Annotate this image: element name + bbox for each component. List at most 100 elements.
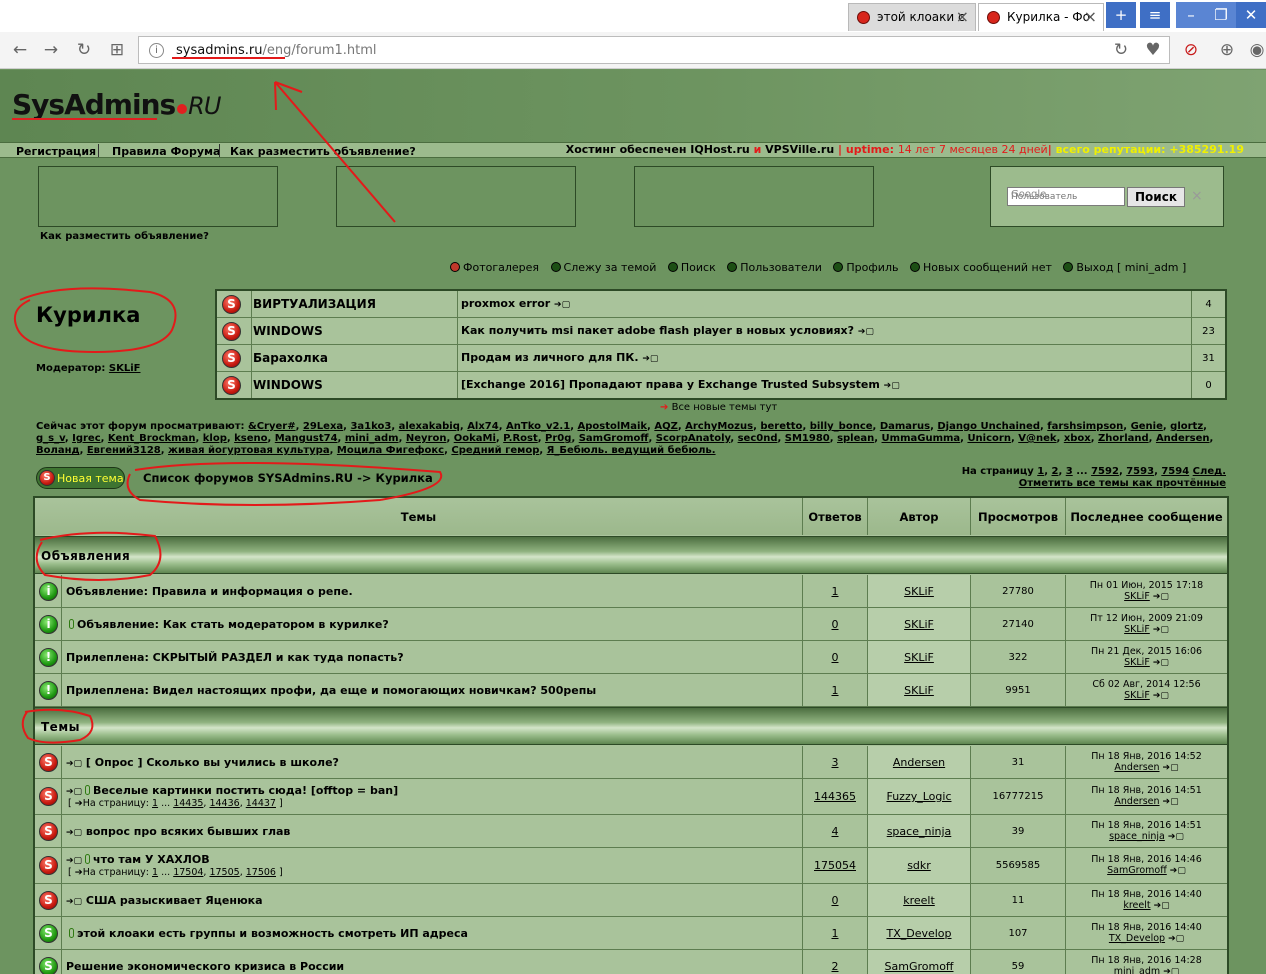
recent-row[interactable]: S WINDOWS Как получить msi пакет adobe f… [217, 318, 1225, 345]
recent-category[interactable]: WINDOWS [251, 318, 458, 344]
viewer-link[interactable]: P.Rost [503, 433, 538, 444]
viewer-link[interactable]: Евгений3128 [87, 445, 161, 456]
viewer-link[interactable]: AnTko_v2.1 [506, 421, 570, 432]
recent-topic[interactable]: proxmox error ➔▢ [461, 297, 570, 310]
topic-link[interactable]: ➔▢ что там У ХАХЛОВ [66, 853, 210, 866]
viewer-link[interactable]: beretto [760, 421, 802, 432]
viewer-link[interactable]: SamGromoff [579, 433, 649, 444]
viewer-link[interactable]: 29Lexa [303, 421, 343, 432]
reload-icon[interactable]: ↻ [73, 40, 95, 60]
viewer-link[interactable]: klop [203, 433, 227, 444]
goto-arrow-icon[interactable]: ➔▢ [1153, 592, 1169, 602]
viewer-link[interactable]: AQZ [654, 421, 678, 432]
mark-read-link[interactable]: Отметить все темы как прочтённые [962, 478, 1226, 490]
viewer-link[interactable]: Andersen [1156, 433, 1210, 444]
goto-arrow-icon[interactable]: ➔▢ [1168, 832, 1184, 842]
last-post-user[interactable]: SKLiF [1124, 690, 1150, 701]
goto-arrow-icon[interactable]: ➔▢ [1163, 797, 1179, 807]
last-post-user[interactable]: mini_adm [1114, 966, 1160, 974]
recent-category[interactable]: ВИРТУАЛИЗАЦИЯ [251, 291, 458, 317]
viewer-link[interactable]: Damarus [880, 421, 930, 432]
replies-count[interactable]: 1 [803, 585, 867, 598]
page-link[interactable]: 7592 [1091, 466, 1119, 477]
refresh-page-icon[interactable]: ↻ [1110, 40, 1132, 60]
viewer-link[interactable]: ScorpAnatoly [656, 433, 731, 444]
viewer-link[interactable]: Kent_Brockman [108, 433, 196, 444]
viewer-link[interactable]: sec0nd [738, 433, 778, 444]
adblock-icon[interactable]: ⊘ [1180, 40, 1202, 60]
moderator-link[interactable]: SKLiF [109, 363, 141, 374]
menu-messages[interactable]: Новых сообщений нет [909, 261, 1052, 274]
minimize-icon[interactable]: – [1176, 2, 1206, 28]
menu-users[interactable]: Пользователи [727, 261, 822, 274]
replies-count[interactable]: 4 [803, 825, 867, 838]
viewer-link[interactable]: alexakabiq [399, 421, 460, 432]
topic-link[interactable]: Прилеплена: Видел настоящих профи, да ещ… [66, 684, 596, 697]
topic-link[interactable]: Объявление: Правила и информация о репе. [66, 585, 353, 598]
hosting-text[interactable]: Хостинг обеспечен IQHost.ru [566, 143, 750, 156]
back-icon[interactable]: ← [9, 40, 31, 60]
topic-link[interactable]: Объявление: Как стать модератором в кури… [66, 618, 389, 631]
viewer-link[interactable]: g_s_v [36, 433, 65, 444]
tab-close-icon[interactable]: × [956, 7, 969, 26]
site-logo[interactable]: SysAdmins RU [12, 88, 221, 121]
search-button[interactable]: Поиск [1127, 187, 1185, 207]
last-post-user[interactable]: SKLiF [1124, 624, 1150, 635]
last-post-user[interactable]: SamGromoff [1107, 865, 1167, 876]
goto-arrow-icon[interactable]: ➔▢ [1168, 934, 1184, 944]
viewer-link[interactable]: farshsimpson [1047, 421, 1123, 432]
topic-link[interactable]: Решение экономического кризиса в России [66, 960, 344, 973]
viewer-link[interactable]: живая йогуртовая культура [168, 445, 330, 456]
last-post-user[interactable]: Andersen [1114, 762, 1159, 773]
viewer-link[interactable]: Unicorn [967, 433, 1011, 444]
author-link[interactable]: SKLiF [868, 651, 970, 664]
author-link[interactable]: SamGromoff [868, 960, 970, 973]
recent-category[interactable]: Барахолка [251, 345, 458, 371]
viewer-link[interactable]: Mangust74 [275, 433, 338, 444]
goto-arrow-icon[interactable]: ➔▢ [1170, 866, 1186, 876]
topic-link[interactable]: ➔▢ [ Опрос ] Сколько вы учились в школе? [66, 756, 339, 769]
author-link[interactable]: kreelt [868, 894, 970, 907]
author-link[interactable]: SKLiF [868, 618, 970, 631]
viewer-link[interactable]: ApostolMaik [577, 421, 647, 432]
menu-rules[interactable]: Правила Форума [112, 145, 220, 158]
page-link[interactable]: 14437 [246, 798, 276, 809]
topic-link[interactable]: Прилеплена: СКРЫТЫЙ РАЗДЕЛ и как туда по… [66, 651, 404, 664]
bookmark-heart-icon[interactable]: ♥ [1142, 40, 1164, 60]
ad-slot[interactable] [336, 166, 576, 227]
viewer-link[interactable]: UmmaGumma [882, 433, 961, 444]
replies-count[interactable]: 2 [803, 960, 867, 973]
forward-icon[interactable]: → [40, 40, 62, 60]
last-post-user[interactable]: TX_Develop [1109, 933, 1165, 944]
topic-link[interactable]: ➔▢ Веселые картинки постить сюда! [offtop… [66, 784, 398, 797]
replies-count[interactable]: 0 [803, 651, 867, 664]
new-tab-icon[interactable]: + [1106, 2, 1136, 28]
viewer-link[interactable]: Django Unchained [937, 421, 1040, 432]
topic-link[interactable]: этой клоаки есть группы и возможность см… [66, 927, 468, 940]
site-info-icon[interactable]: i [149, 43, 164, 58]
viewer-link[interactable]: Zhorland [1098, 433, 1149, 444]
page-link[interactable]: 1 [1037, 466, 1044, 477]
replies-count[interactable]: 3 [803, 756, 867, 769]
last-post-user[interactable]: kreelt [1123, 900, 1150, 911]
all-new-topics[interactable]: ➔ Все новые темы тут [660, 402, 777, 413]
new-topic-button[interactable]: S Новая тема [36, 467, 125, 489]
search-input[interactable] [1007, 187, 1125, 206]
page-link[interactable]: 2 [1052, 466, 1059, 477]
replies-count[interactable]: 1 [803, 927, 867, 940]
menu-photogallery[interactable]: Фотогалерея [450, 261, 539, 274]
goto-arrow-icon[interactable]: ➔▢ [1153, 691, 1169, 701]
page-link[interactable]: 17505 [209, 867, 239, 878]
maximize-icon[interactable]: ❐ [1206, 2, 1236, 28]
recent-category[interactable]: WINDOWS [251, 372, 458, 398]
recent-row[interactable]: S ВИРТУАЛИЗАЦИЯ proxmox error ➔▢ 4 [217, 291, 1225, 318]
tab-menu-icon[interactable]: ≡ [1140, 2, 1170, 28]
menu-search[interactable]: Поиск [667, 261, 716, 274]
viewer-link[interactable]: kseno [234, 433, 267, 444]
goto-arrow-icon[interactable]: ➔▢ [1154, 901, 1170, 911]
viewer-link[interactable]: glortz [1170, 421, 1203, 432]
address-bar[interactable]: i sysadmins.ru/eng/forum1.html [138, 36, 1170, 64]
page-link[interactable]: 14435 [173, 798, 203, 809]
page-link[interactable]: 3 [1066, 466, 1073, 477]
author-link[interactable]: SKLiF [868, 684, 970, 697]
